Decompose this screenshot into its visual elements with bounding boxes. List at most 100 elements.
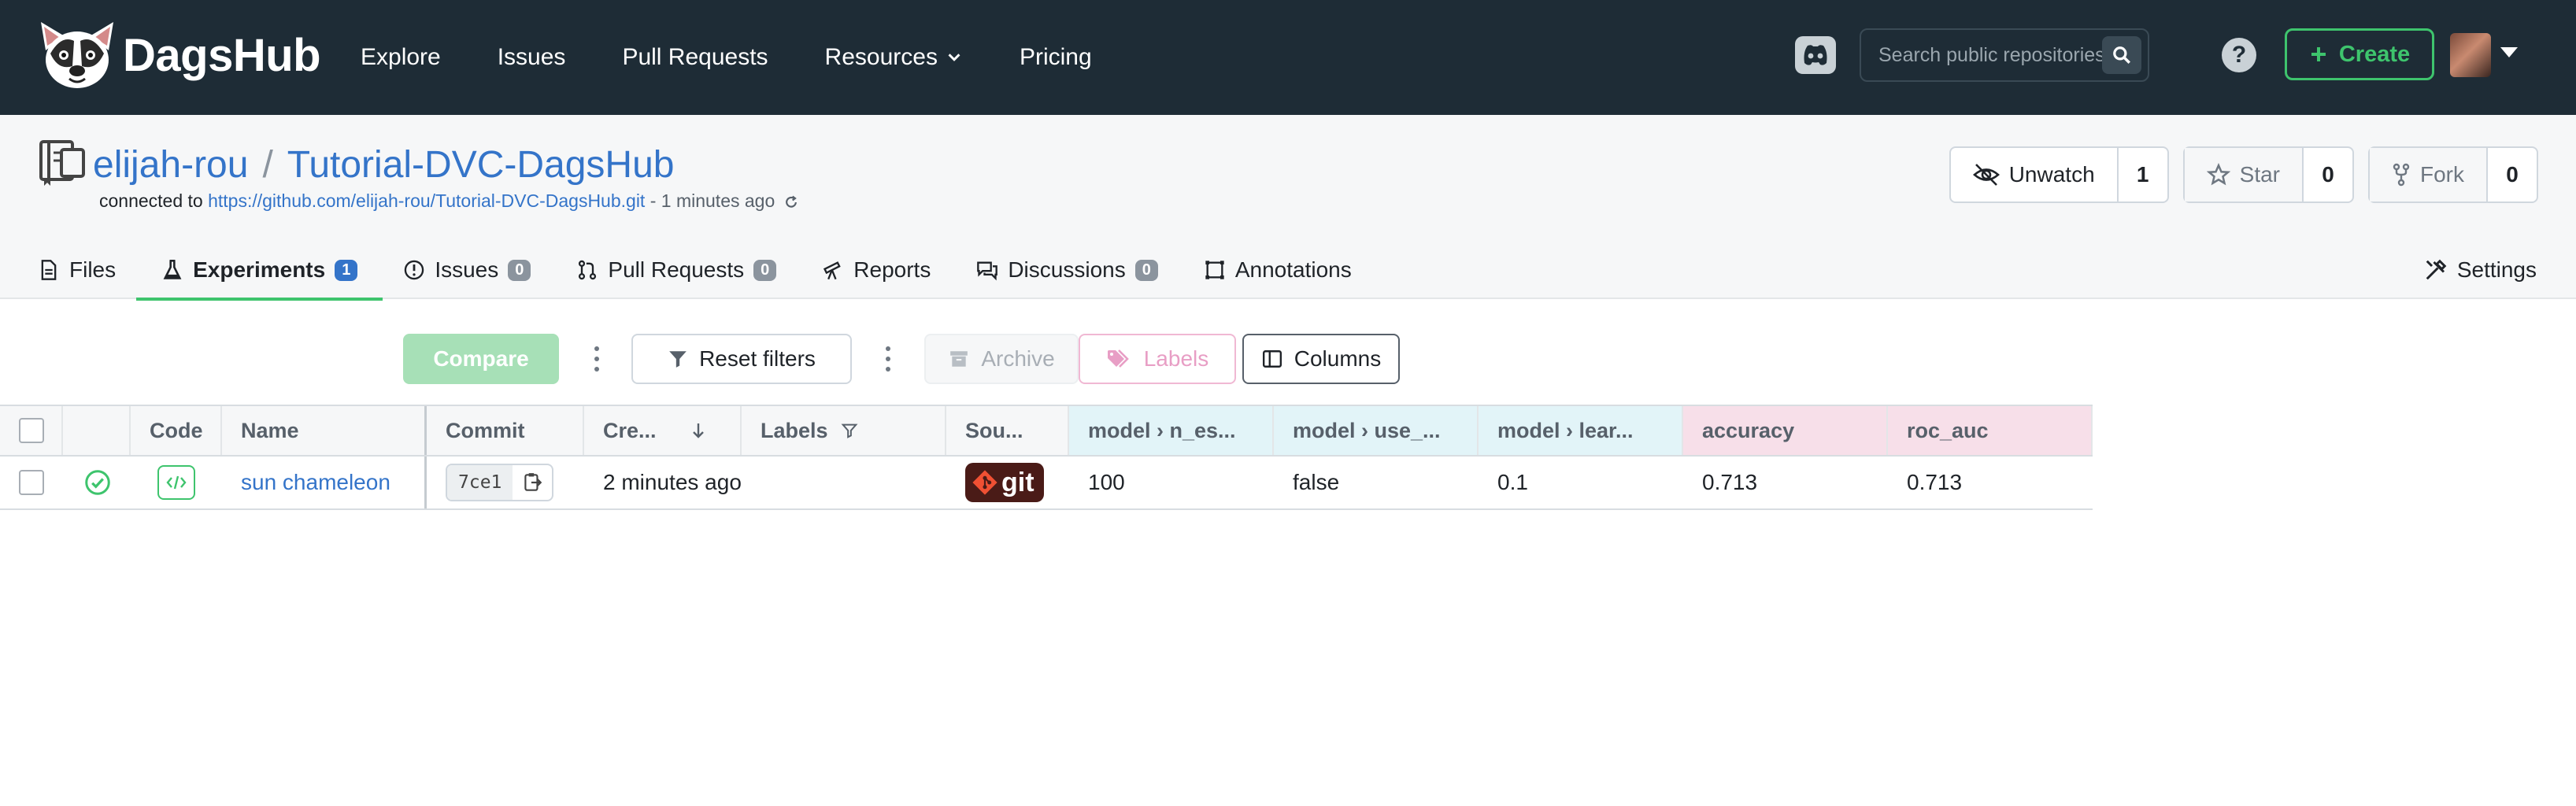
tab-pull-requests[interactable]: Pull Requests 0 (576, 241, 777, 299)
row-created-cell: 2 minutes ago (603, 470, 742, 494)
nav-explore[interactable]: Explore (361, 44, 441, 71)
columns-icon (1262, 350, 1282, 368)
help-icon[interactable]: ? (2222, 38, 2256, 72)
caret-down-icon[interactable] (2500, 47, 2518, 57)
repo-book-icon (39, 140, 85, 186)
search-box (1860, 28, 2149, 82)
row-status-cell (63, 457, 131, 508)
nav-issues[interactable]: Issues (498, 44, 566, 71)
columns-button[interactable]: Columns (1242, 334, 1400, 384)
unwatch-button[interactable]: Unwatch (1951, 148, 2119, 202)
tab-label: Issues (435, 257, 499, 282)
pull-requests-count-badge: 0 (753, 259, 777, 281)
fork-icon (2393, 163, 2410, 187)
tab-reports[interactable]: Reports (822, 241, 931, 299)
experiments-count-badge: 1 (335, 259, 358, 281)
tab-discussions[interactable]: Discussions 0 (976, 241, 1158, 299)
connected-repo-link[interactable]: https://github.com/elijah-rou/Tutorial-D… (208, 190, 645, 211)
header-commit[interactable]: Commit (427, 406, 584, 455)
tab-experiments[interactable]: Experiments 1 (136, 241, 383, 301)
file-icon (41, 260, 57, 280)
sync-icon[interactable] (783, 194, 799, 210)
experiments-table: Code Name Commit Cre... Labels Sou... mo… (0, 405, 2093, 510)
tools-icon (2426, 259, 2447, 280)
settings-tab[interactable]: Settings (2424, 241, 2537, 299)
repo-tabs: Files Experiments 1 Issues 0 Pull Reques… (38, 241, 1352, 301)
more-options-icon[interactable] (880, 342, 896, 376)
user-avatar[interactable] (2450, 33, 2491, 77)
header-source[interactable]: Sou... (946, 406, 1069, 455)
header-metric-accuracy[interactable]: accuracy (1683, 406, 1888, 455)
star-count[interactable]: 0 (2304, 148, 2352, 202)
header-param-learning-rate[interactable]: model › lear... (1479, 406, 1683, 455)
row-commit-cell: 7ce1 (427, 457, 584, 508)
telescope-icon (824, 261, 842, 280)
search-button[interactable] (2102, 36, 2141, 74)
header-status-cell (63, 406, 131, 455)
star-button[interactable]: Star (2184, 148, 2304, 202)
repo-title-separator: / (262, 144, 273, 186)
star-label: Star (2239, 162, 2280, 187)
connected-prefix: connected to (99, 190, 203, 211)
fork-label: Fork (2420, 162, 2464, 187)
header-param-use[interactable]: model › use_... (1274, 406, 1479, 455)
search-icon (2113, 46, 2130, 64)
tab-label: Annotations (1234, 257, 1352, 282)
repo-name-link[interactable]: Tutorial-DVC-DagsHub (287, 143, 675, 187)
chevron-down-icon (948, 54, 960, 61)
header-name[interactable]: Name (222, 406, 427, 455)
table-header: Code Name Commit Cre... Labels Sou... mo… (0, 405, 2093, 457)
watch-count[interactable]: 1 (2119, 148, 2167, 202)
discord-icon[interactable] (1793, 33, 1838, 77)
check-circle-icon (85, 470, 110, 495)
select-all-checkbox[interactable] (19, 418, 44, 443)
reset-filters-button[interactable]: Reset filters (631, 334, 852, 384)
tab-files[interactable]: Files (38, 241, 116, 299)
row-param-use: false (1293, 470, 1340, 494)
experiments-toolbar: Compare Reset filters Archive Labels Col… (0, 299, 2576, 405)
filter-outline-icon[interactable] (841, 422, 858, 439)
unwatch-group: Unwatch 1 (1949, 146, 2169, 203)
compare-button[interactable]: Compare (403, 334, 559, 384)
row-param-n-estimators: 100 (1088, 470, 1125, 494)
create-button[interactable]: Create (2285, 28, 2434, 80)
header-code[interactable]: Code (131, 406, 222, 455)
experiment-name-link[interactable]: sun chameleon (241, 470, 390, 495)
more-options-icon[interactable] (589, 342, 605, 376)
row-checkbox[interactable] (19, 470, 44, 495)
pull-request-icon (579, 260, 597, 280)
labels-button[interactable]: Labels (1079, 334, 1236, 384)
dagshub-logo[interactable]: DagsHub (38, 19, 321, 91)
nav-pricing[interactable]: Pricing (1020, 44, 1092, 71)
plus-icon (2311, 47, 2326, 61)
nav-pull-requests[interactable]: Pull Requests (622, 44, 768, 71)
archive-button[interactable]: Archive (924, 334, 1079, 384)
tab-annotations[interactable]: Annotations (1204, 241, 1352, 299)
code-icon[interactable] (157, 465, 195, 500)
header-labels[interactable]: Labels (742, 406, 946, 455)
commit-hash[interactable]: 7ce1 (447, 465, 513, 500)
row-name-cell: sun chameleon (222, 457, 427, 508)
nav-resources[interactable]: Resources (825, 44, 963, 71)
git-source-badge[interactable]: git (965, 463, 1044, 502)
repo-actions: Unwatch 1 Star 0 Fork 0 (1949, 146, 2538, 203)
header-created[interactable]: Cre... (584, 406, 742, 455)
commit-pill: 7ce1 (446, 464, 554, 501)
tab-label: Reports (853, 257, 931, 282)
row-code-cell (131, 457, 222, 508)
table-row[interactable]: sun chameleon 7ce1 2 minutes ago git 100… (0, 457, 2093, 510)
clipboard-icon[interactable] (513, 465, 552, 500)
flask-icon (163, 260, 182, 279)
search-input[interactable] (1878, 43, 2115, 67)
tab-issues[interactable]: Issues 0 (403, 241, 531, 299)
row-metric-roc-auc: 0.713 (1907, 470, 1963, 494)
repo-owner-link[interactable]: elijah-rou (93, 143, 248, 187)
fork-button[interactable]: Fork (2370, 148, 2488, 202)
sort-down-arrow-icon[interactable] (691, 422, 705, 439)
header-metric-roc-auc[interactable]: roc_auc (1888, 406, 2093, 455)
header-param-n-estimators[interactable]: model › n_es... (1069, 406, 1274, 455)
row-metric-accuracy: 0.713 (1702, 470, 1758, 494)
dog-logo-icon (41, 22, 113, 88)
fork-count[interactable]: 0 (2488, 148, 2537, 202)
eye-slash-icon (1972, 164, 2000, 186)
